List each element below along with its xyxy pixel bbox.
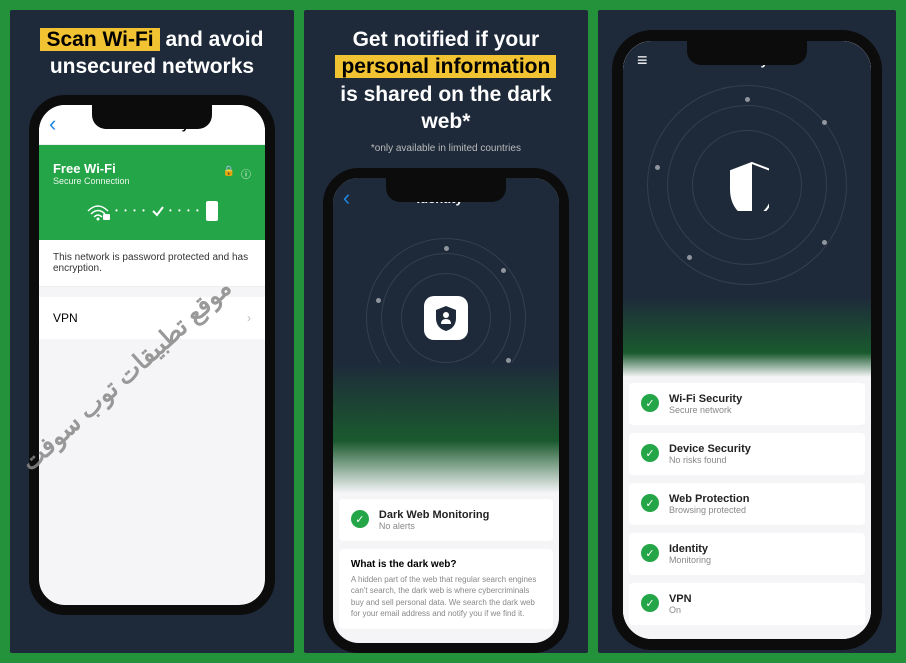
- headline-identity: Get notified if your personal informatio…: [304, 10, 588, 143]
- headline-line1: Get notified if your: [353, 28, 540, 51]
- check-icon: ✓: [641, 594, 659, 612]
- phone-notch: [92, 105, 212, 129]
- panel-wifi: Scan Wi-Fi and avoid unsecured networks …: [10, 10, 294, 653]
- phone-mockup-2: ‹ Identity Monitoring: [323, 168, 569, 653]
- security-hero: You Are Protected: [623, 79, 871, 377]
- info-title: What is the dark web?: [351, 559, 541, 570]
- check-icon: ✓: [641, 444, 659, 462]
- list-item[interactable]: ✓ IdentityMonitoring: [629, 533, 865, 575]
- connection-diagram: • • • • • • • •: [53, 200, 251, 222]
- vpn-row[interactable]: VPN ›: [39, 297, 265, 339]
- card-subtitle: No risks found: [669, 455, 853, 465]
- shield-icon: [725, 159, 769, 211]
- check-icon: ✓: [641, 394, 659, 412]
- card-title: Identity: [669, 543, 853, 555]
- wifi-status: Secure Connection: [53, 176, 130, 186]
- phone-mockup-3: ≡ Security You Are Protected: [612, 30, 882, 650]
- connection-dots: • • • •: [169, 206, 201, 215]
- card-subtitle: Secure network: [669, 405, 853, 415]
- wifi-card-icons: 🔒 ⓘ: [223, 166, 251, 181]
- phone-notch: [386, 178, 506, 202]
- wifi-lock-icon: [85, 201, 111, 221]
- card-title: Device Security: [669, 443, 853, 455]
- dark-web-monitoring-card[interactable]: ✓ Dark Web Monitoring No alerts: [339, 499, 553, 541]
- card-title: Wi-Fi Security: [669, 393, 853, 405]
- orbit-graphic: [647, 85, 847, 285]
- card-subtitle: No alerts: [379, 521, 541, 531]
- card-subtitle: On: [669, 605, 853, 615]
- identity-hero: Monitoring: [333, 218, 559, 493]
- headline-subnote: *only available in limited countries: [371, 143, 521, 154]
- check-icon: ✓: [641, 544, 659, 562]
- headline-line3: is shared on the dark web*: [340, 83, 551, 133]
- check-icon: [151, 204, 165, 218]
- back-button[interactable]: ‹: [343, 185, 350, 211]
- list-item[interactable]: ✓ Wi-Fi SecuritySecure network: [629, 383, 865, 425]
- list-item[interactable]: ✓ Device SecurityNo risks found: [629, 433, 865, 475]
- phone-icon: [205, 200, 219, 222]
- back-button[interactable]: ‹: [49, 111, 56, 137]
- card-subtitle: Browsing protected: [669, 505, 853, 515]
- chevron-right-icon: ›: [247, 311, 251, 325]
- identity-icon: [424, 296, 468, 340]
- menu-icon[interactable]: ≡: [637, 50, 648, 71]
- check-icon: ✓: [641, 494, 659, 512]
- security-list: ✓ Wi-Fi SecuritySecure network ✓ Device …: [623, 377, 871, 639]
- phone-mockup-1: ‹ Wi-Fi Security Free Wi-Fi Secure Conne…: [29, 95, 275, 615]
- list-item[interactable]: ✓ Web ProtectionBrowsing protected: [629, 483, 865, 525]
- wifi-status-card: Free Wi-Fi Secure Connection 🔒 ⓘ • • • •…: [39, 145, 265, 240]
- card-title: Web Protection: [669, 493, 853, 505]
- wifi-name: Free Wi-Fi: [53, 161, 130, 176]
- lock-icon: 🔒: [223, 166, 235, 181]
- network-info: This network is password protected and h…: [39, 240, 265, 287]
- info-text: A hidden part of the web that regular se…: [351, 574, 541, 619]
- check-icon: ✓: [351, 510, 369, 528]
- identity-list: ✓ Dark Web Monitoring No alerts What is …: [333, 493, 559, 643]
- info-icon[interactable]: ⓘ: [241, 166, 251, 181]
- card-title: VPN: [669, 593, 853, 605]
- phone-notch: [687, 41, 807, 65]
- vpn-label: VPN: [53, 311, 78, 325]
- headline-wifi: Scan Wi-Fi and avoid unsecured networks: [10, 10, 294, 89]
- card-title: Dark Web Monitoring: [379, 509, 541, 521]
- list-item[interactable]: ✓ VPNOn: [629, 583, 865, 625]
- connection-dots: • • • •: [115, 206, 147, 215]
- card-subtitle: Monitoring: [669, 555, 853, 565]
- panel-identity: Get notified if your personal informatio…: [304, 10, 588, 653]
- headline-highlight: personal information: [335, 55, 556, 78]
- headline-highlight: Scan Wi-Fi: [40, 28, 159, 51]
- dark-web-info-card: What is the dark web? A hidden part of t…: [339, 549, 553, 629]
- panel-security: ≡ Security You Are Protected: [598, 10, 896, 653]
